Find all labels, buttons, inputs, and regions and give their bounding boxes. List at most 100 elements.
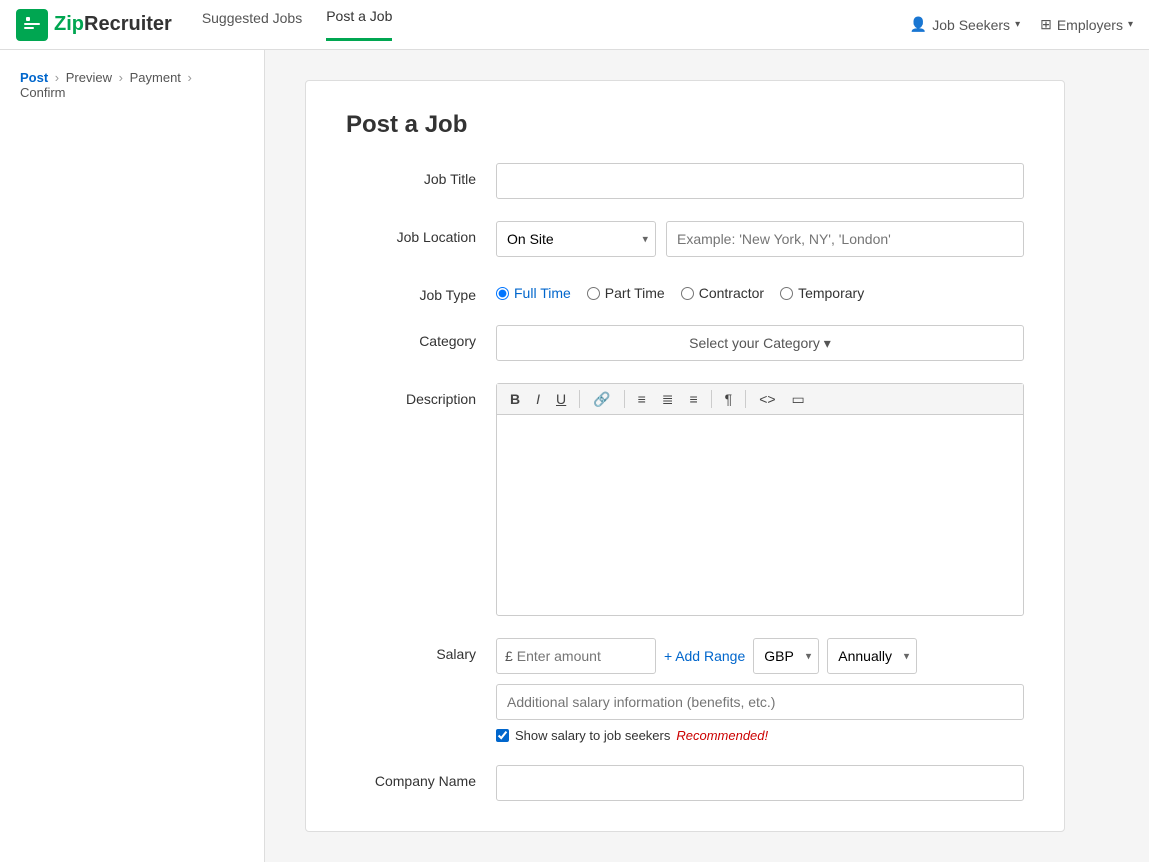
part-time-label: Part Time	[605, 285, 665, 301]
add-range-button[interactable]: + Add Range	[664, 648, 745, 664]
job-title-label: Job Title	[346, 163, 476, 187]
radio-part-time[interactable]: Part Time	[587, 285, 665, 301]
radio-full-time-input[interactable]	[496, 287, 509, 300]
employers-chevron: ▾	[1128, 19, 1133, 30]
layout: Post › Preview › Payment › Confirm Post …	[0, 50, 1149, 862]
person-icon: 👤	[910, 16, 927, 33]
sep2: ›	[119, 70, 123, 85]
category-row: Category Select your Category ▾	[346, 325, 1024, 361]
toolbar-embed[interactable]: ▭	[787, 390, 810, 408]
add-range-plus: +	[664, 648, 672, 664]
breadcrumb: Post › Preview › Payment › Confirm	[20, 70, 244, 100]
radio-temporary[interactable]: Temporary	[780, 285, 864, 301]
location-text-input[interactable]	[666, 221, 1024, 257]
category-button[interactable]: Select your Category ▾	[496, 325, 1024, 361]
full-time-label: Full Time	[514, 285, 571, 301]
radio-temporary-input[interactable]	[780, 287, 793, 300]
logo-icon	[16, 9, 48, 41]
sep3: ›	[188, 70, 192, 85]
sep1: ›	[55, 70, 59, 85]
page-title: Post a Job	[346, 111, 1024, 139]
location-select-wrap: On Site Remote Hybrid ▾	[496, 221, 656, 257]
category-button-label: Select your Category ▾	[689, 335, 831, 352]
description-controls: B I U 🔗 ≡ ≣ ≡ ¶ <>	[496, 383, 1024, 616]
company-name-label: Company Name	[346, 765, 476, 789]
salary-row: Salary £ + Add Range GBP	[346, 638, 1024, 743]
main-content: Post a Job Job Title Job Location On Sit…	[265, 50, 1149, 862]
description-label: Description	[346, 383, 476, 407]
navbar: ZipRecruiter Suggested Jobs Post a Job 👤…	[0, 0, 1149, 50]
toolbar-underline[interactable]: U	[551, 390, 571, 408]
toolbar-link[interactable]: 🔗	[588, 390, 615, 408]
breadcrumb-payment: Payment	[130, 70, 181, 85]
employers-label: Employers	[1057, 17, 1123, 33]
nav-links: Suggested Jobs Post a Job	[202, 8, 910, 41]
salary-input-row: £ + Add Range GBP USD EUR	[496, 638, 1024, 674]
salary-input-wrap: £	[496, 638, 656, 674]
location-select[interactable]: On Site Remote Hybrid	[496, 221, 656, 257]
toolbar-code[interactable]: <>	[754, 390, 780, 408]
logo[interactable]: ZipRecruiter	[16, 9, 172, 41]
radio-contractor-input[interactable]	[681, 287, 694, 300]
breadcrumb-preview: Preview	[66, 70, 112, 85]
nav-post-a-job[interactable]: Post a Job	[326, 8, 392, 41]
radio-contractor[interactable]: Contractor	[681, 285, 764, 301]
period-select-wrap: Annually Monthly Weekly Hourly ▾	[827, 638, 917, 674]
nav-right: 👤 Job Seekers ▾ ⊞ Employers ▾	[910, 16, 1133, 33]
description-row: Description B I U 🔗 ≡ ≣ ≡	[346, 383, 1024, 616]
job-type-label: Job Type	[346, 279, 476, 303]
toolbar-sep-4	[745, 390, 746, 408]
show-salary-label: Show salary to job seekers	[515, 728, 670, 743]
job-seekers-chevron: ▾	[1015, 19, 1020, 30]
breadcrumb-post: Post	[20, 70, 48, 85]
breadcrumb-confirm: Confirm	[20, 85, 66, 100]
job-seekers-menu[interactable]: 👤 Job Seekers ▾	[910, 16, 1020, 33]
currency-select-wrap: GBP USD EUR ▾	[753, 638, 819, 674]
job-title-row: Job Title	[346, 163, 1024, 199]
salary-checkbox-row: Show salary to job seekers Recommended!	[496, 728, 1024, 743]
currency-select[interactable]: GBP USD EUR	[753, 638, 819, 674]
toolbar-para[interactable]: ¶	[720, 390, 738, 408]
temporary-label: Temporary	[798, 285, 864, 301]
company-name-input[interactable]	[496, 765, 1024, 801]
salary-label: Salary	[346, 638, 476, 662]
recommended-label: Recommended!	[676, 728, 768, 743]
add-range-label: Add Range	[675, 648, 745, 664]
radio-full-time[interactable]: Full Time	[496, 285, 571, 301]
toolbar-ol[interactable]: ≣	[657, 390, 679, 408]
sidebar: Post › Preview › Payment › Confirm	[0, 50, 265, 862]
toolbar-sep-2	[624, 390, 625, 408]
salary-amount-input[interactable]	[517, 648, 617, 664]
job-title-controls	[496, 163, 1024, 199]
category-controls: Select your Category ▾	[496, 325, 1024, 361]
contractor-label: Contractor	[699, 285, 764, 301]
period-select[interactable]: Annually Monthly Weekly Hourly	[827, 638, 917, 674]
company-name-row: Company Name	[346, 765, 1024, 801]
job-location-label: Job Location	[346, 221, 476, 245]
show-salary-checkbox[interactable]	[496, 729, 509, 742]
toolbar-align[interactable]: ≡	[684, 390, 702, 408]
toolbar-sep-1	[579, 390, 580, 408]
toolbar-bold[interactable]: B	[505, 390, 525, 408]
logo-text: ZipRecruiter	[54, 13, 172, 36]
job-type-controls: Full Time Part Time Contractor Temp	[496, 279, 1024, 301]
job-location-controls: On Site Remote Hybrid ▾	[496, 221, 1024, 257]
radio-part-time-input[interactable]	[587, 287, 600, 300]
salary-controls: £ + Add Range GBP USD EUR	[496, 638, 1024, 743]
grid-icon: ⊞	[1040, 16, 1052, 33]
toolbar-sep-3	[711, 390, 712, 408]
toolbar-ul[interactable]: ≡	[633, 390, 651, 408]
editor-toolbar: B I U 🔗 ≡ ≣ ≡ ¶ <>	[497, 384, 1023, 415]
job-type-options: Full Time Part Time Contractor Temp	[496, 279, 1024, 301]
description-editor[interactable]	[497, 415, 1023, 615]
location-row: On Site Remote Hybrid ▾	[496, 221, 1024, 257]
company-name-controls	[496, 765, 1024, 801]
job-location-row: Job Location On Site Remote Hybrid ▾	[346, 221, 1024, 257]
toolbar-italic[interactable]: I	[531, 390, 545, 408]
employers-menu[interactable]: ⊞ Employers ▾	[1040, 16, 1133, 33]
job-title-input[interactable]	[496, 163, 1024, 199]
form-card: Post a Job Job Title Job Location On Sit…	[305, 80, 1065, 832]
job-type-row: Job Type Full Time Part Time	[346, 279, 1024, 303]
nav-suggested-jobs[interactable]: Suggested Jobs	[202, 10, 302, 40]
salary-info-input[interactable]	[496, 684, 1024, 720]
